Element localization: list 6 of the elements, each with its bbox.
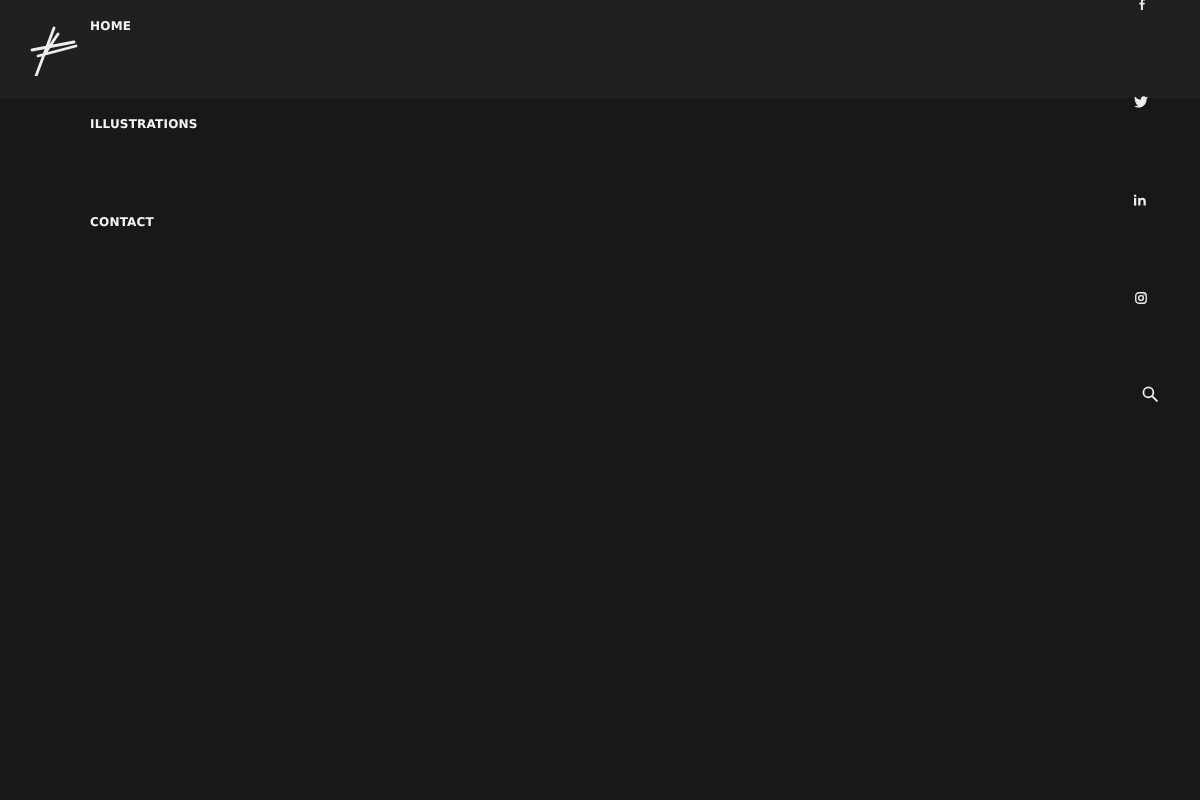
search-icon[interactable] xyxy=(1142,386,1158,402)
twitter-icon[interactable] xyxy=(1134,96,1148,108)
instagram-icon[interactable] xyxy=(1134,292,1148,304)
facebook-icon[interactable] xyxy=(1138,0,1146,10)
linkedin-icon[interactable] xyxy=(1134,194,1148,206)
logo-icon[interactable] xyxy=(30,26,78,76)
